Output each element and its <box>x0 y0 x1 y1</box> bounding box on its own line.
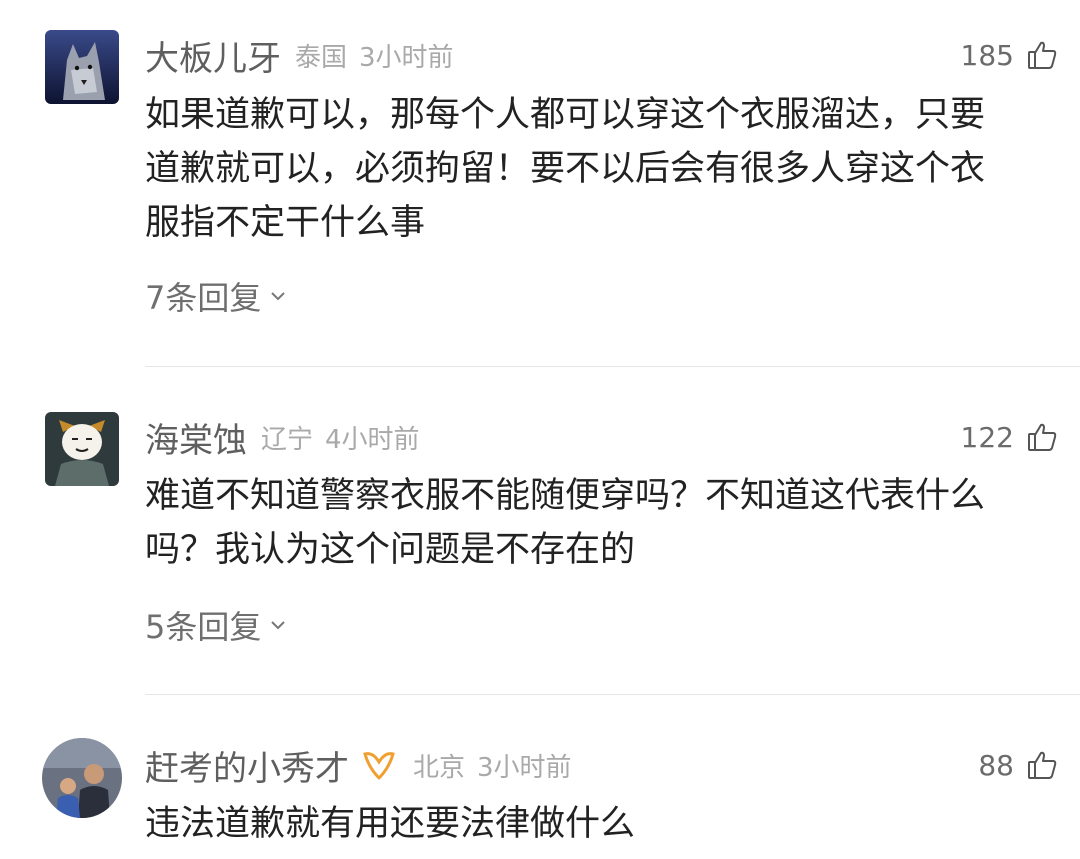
comment-item: 海棠蚀 辽宁 4小时前 122 难道不知道警察衣服不能随便穿吗？不知道这代表什么… <box>0 367 1080 695</box>
comment-text: 难道不知道警察衣服不能随便穿吗？不知道这代表什么 吗？我认为这个问题是不存在的 <box>145 469 1065 577</box>
username[interactable]: 海棠蚀 <box>145 413 247 462</box>
like-button[interactable]: 88 <box>978 740 1058 790</box>
replies-label: 7条回复 <box>145 279 262 317</box>
wolf-avatar-icon <box>45 30 119 104</box>
comment-text: 如果道歉可以，那每个人都可以穿这个衣服溜达，只要 道歉就可以，必须拘留！要不以后… <box>145 88 1065 250</box>
location: 泰国 <box>295 42 348 73</box>
username[interactable]: 赶考的小秀才 <box>145 741 349 790</box>
family-photo-avatar-icon <box>42 738 122 818</box>
timestamp: 3小时前 <box>359 42 454 73</box>
like-button[interactable]: 185 <box>961 30 1058 80</box>
comment-meta: 赶考的小秀才 北京 3小时前 <box>145 740 572 790</box>
avatar[interactable] <box>45 412 119 486</box>
comment-meta: 海棠蚀 辽宁 4小时前 <box>145 412 420 462</box>
avatar[interactable] <box>45 30 119 104</box>
like-count: 122 <box>960 420 1014 454</box>
comment-text-line: 道歉就可以，必须拘留！要不以后会有很多人穿这个衣 <box>145 149 986 189</box>
like-button[interactable]: 122 <box>961 412 1058 462</box>
replies-label: 5条回复 <box>145 608 262 646</box>
username[interactable]: 大板儿牙 <box>145 31 281 80</box>
comment-text-line: 如果道歉可以，那每个人都可以穿这个衣服溜达，只要 <box>145 95 986 135</box>
thumbs-up-icon <box>1028 751 1057 779</box>
comment-meta: 大板儿牙 泰国 3小时前 <box>145 30 454 80</box>
orange-ribbon-badge-icon <box>363 752 395 780</box>
comment-item: 大板儿牙 泰国 3小时前 185 如果道歉可以，那每个人都可以穿这个衣服溜达，只… <box>0 0 1080 367</box>
thumbs-up-icon <box>1028 41 1057 69</box>
like-count: 185 <box>960 38 1014 72</box>
comment-text-line: 吗？我认为这个问题是不存在的 <box>145 530 636 570</box>
comment-text-line: 难道不知道警察衣服不能随便穿吗？不知道这代表什么 <box>145 476 986 516</box>
timestamp: 4小时前 <box>325 424 420 455</box>
chevron-down-icon <box>271 621 286 630</box>
comment-item: 赶考的小秀才 北京 3小时前 88 违法道歉就有用还要法律做什么 <box>0 695 1080 859</box>
comment-text: 违法道歉就有用还要法律做什么 <box>145 797 1065 851</box>
comment-text-line: 服指不定干什么事 <box>145 203 426 243</box>
user-badge[interactable] <box>359 748 399 782</box>
location: 辽宁 <box>261 424 314 455</box>
timestamp: 3小时前 <box>477 752 572 783</box>
view-replies-button[interactable]: 7条回复 <box>145 274 289 318</box>
avatar[interactable] <box>42 738 122 818</box>
chevron-down-icon <box>271 292 286 301</box>
view-replies-button[interactable]: 5条回复 <box>145 603 289 647</box>
location: 北京 <box>413 752 466 783</box>
cartoon-character-avatar-icon <box>45 412 119 486</box>
comment-text-line: 违法道歉就有用还要法律做什么 <box>145 804 636 844</box>
thumbs-up-icon <box>1028 423 1057 451</box>
like-count: 88 <box>978 748 1014 782</box>
